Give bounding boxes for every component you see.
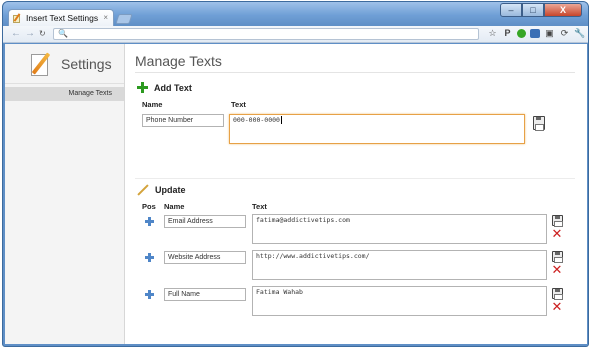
move-handle-icon[interactable] <box>145 253 154 262</box>
extension-icons: ☆ P ▣ ⟳ 🔧 <box>487 28 588 39</box>
tab-close-icon[interactable]: × <box>103 13 108 22</box>
update-text-field[interactable]: http://www.addictivetips.com/ <box>252 250 547 280</box>
puzzle-icon[interactable]: ▣ <box>544 28 555 39</box>
plus-icon <box>137 82 148 93</box>
row-name-value: Email Address <box>168 218 213 225</box>
update-name-field[interactable]: Email Address <box>164 215 246 228</box>
page-content: Settings Manage Texts Manage Texts Add T… <box>5 44 587 344</box>
sidebar: Settings Manage Texts <box>5 44 125 344</box>
main-panel: Manage Texts Add Text Name Text Phone Nu… <box>125 44 587 344</box>
sidebar-title: Settings <box>61 56 112 72</box>
title-divider <box>135 72 575 73</box>
move-handle-icon[interactable] <box>145 290 154 299</box>
row-text-value: fatima@addictivetips.com <box>256 216 350 224</box>
address-bar[interactable]: 🔍 <box>53 28 479 40</box>
section-divider <box>135 178 575 179</box>
pencil-icon <box>137 184 149 196</box>
browser-toolbar: ← → ↻ 🔍 ☆ P ▣ ⟳ 🔧 <box>3 26 588 43</box>
minimize-button[interactable]: – <box>500 3 522 17</box>
save-icon[interactable] <box>552 251 563 263</box>
note-pencil-icon <box>13 12 22 23</box>
delete-icon[interactable]: ✕ <box>551 301 563 314</box>
delete-icon[interactable]: ✕ <box>551 264 563 277</box>
add-name-field[interactable]: Phone Number <box>142 114 224 127</box>
add-name-value: Phone Number <box>146 117 194 124</box>
new-tab-button[interactable] <box>115 14 133 24</box>
update-name-field[interactable]: Website Address <box>164 251 246 264</box>
browser-window: Insert Text Settings × – □ X ← → ↻ 🔍 ☆ P… <box>2 1 589 347</box>
update-text-field[interactable]: fatima@addictivetips.com <box>252 214 547 244</box>
sidebar-item-manage-texts[interactable]: Manage Texts <box>5 87 124 101</box>
text-caret <box>280 116 282 124</box>
tab-title: Insert Text Settings <box>26 13 99 23</box>
add-name-column-label: Name <box>142 100 163 109</box>
update-text-field[interactable]: Fatima Wahab <box>252 286 547 316</box>
update-heading: Update <box>137 184 186 196</box>
add-text-field[interactable]: 000-000-0000 <box>229 114 525 144</box>
save-icon[interactable] <box>552 215 563 227</box>
reload-icon[interactable]: ↻ <box>39 29 46 38</box>
page-title: Manage Texts <box>135 53 222 69</box>
tab-insert-text-settings[interactable]: Insert Text Settings × <box>8 9 114 26</box>
save-icon[interactable] <box>552 288 563 300</box>
search-icon: 🔍 <box>58 29 68 38</box>
add-save-icon[interactable] <box>533 116 545 131</box>
row-name-value: Full Name <box>168 291 200 298</box>
wrench-icon[interactable]: 🔧 <box>574 28 585 39</box>
add-text-value: 000-000-0000 <box>233 116 280 124</box>
update-name-field[interactable]: Full Name <box>164 288 246 301</box>
close-button[interactable]: X <box>544 3 582 17</box>
update-name-column-label: Name <box>164 202 185 211</box>
add-text-column-label: Text <box>231 100 246 109</box>
title-bar: Insert Text Settings × – □ X <box>3 2 588 26</box>
back-arrow-icon[interactable]: ← <box>11 28 21 39</box>
green-dot-icon[interactable] <box>517 29 526 38</box>
add-text-heading: Add Text <box>137 82 192 93</box>
update-text-column-label: Text <box>252 202 267 211</box>
refresh-extension-icon[interactable]: ⟳ <box>559 28 570 39</box>
row-text-value: http://www.addictivetips.com/ <box>256 252 370 260</box>
sidebar-divider <box>5 83 124 84</box>
maximize-button[interactable]: □ <box>522 3 544 17</box>
move-handle-icon[interactable] <box>145 217 154 226</box>
settings-pencil-icon <box>31 52 51 77</box>
cookie-icon[interactable] <box>530 29 540 38</box>
update-label: Update <box>155 185 186 195</box>
row-text-value: Fatima Wahab <box>256 288 303 296</box>
p-extension-icon[interactable]: P <box>502 28 513 39</box>
pos-column-label: Pos <box>142 202 156 211</box>
window-controls: – □ X <box>500 3 582 17</box>
row-name-value: Website Address <box>168 254 221 261</box>
forward-arrow-icon[interactable]: → <box>25 28 35 39</box>
star-icon[interactable]: ☆ <box>487 28 498 39</box>
add-text-label: Add Text <box>154 82 192 93</box>
delete-icon[interactable]: ✕ <box>551 228 563 241</box>
